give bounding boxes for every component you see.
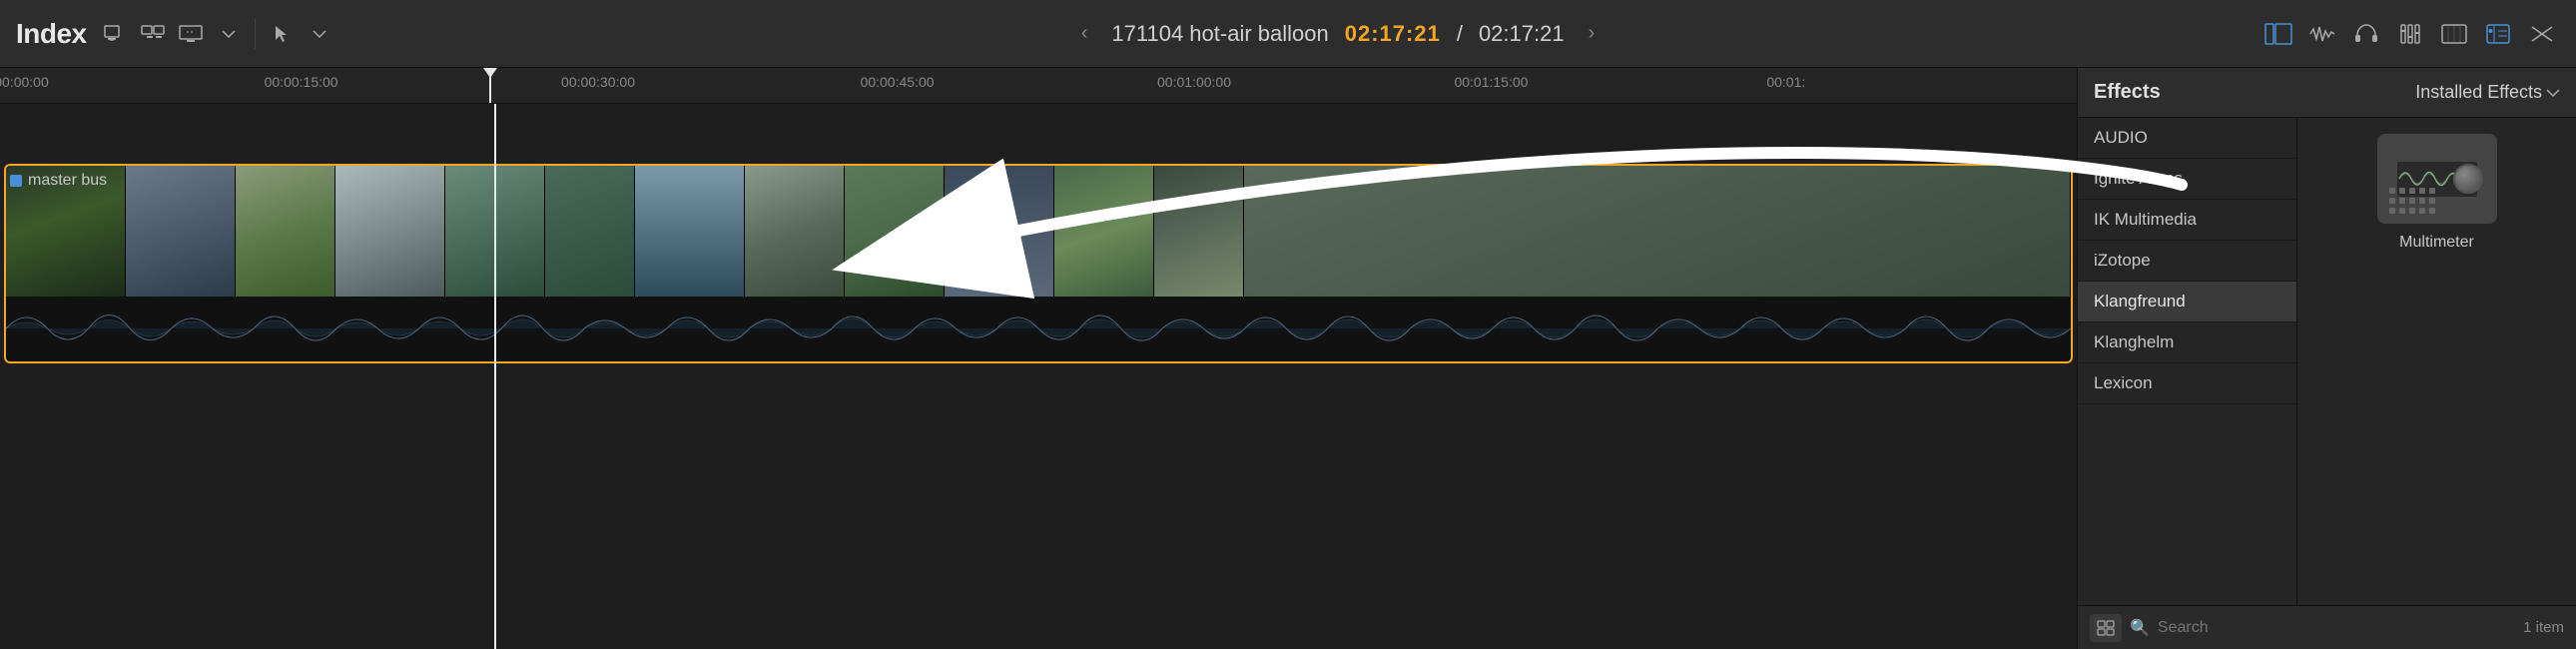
mm-dots bbox=[2389, 188, 2437, 216]
frame-6 bbox=[545, 166, 635, 301]
effects-preview: Multimeter bbox=[2297, 118, 2576, 605]
ruler-label-3: 00:00:45:00 bbox=[861, 74, 935, 90]
search-input[interactable] bbox=[2158, 619, 2515, 637]
multimeter-graphic bbox=[2377, 134, 2497, 224]
effects-browser-icon[interactable] bbox=[2480, 19, 2516, 49]
grid-view-icon[interactable] bbox=[2090, 614, 2122, 642]
effects-item-ik[interactable]: IK Multimedia bbox=[2078, 200, 2296, 241]
frame-10 bbox=[945, 166, 1054, 301]
select-tool[interactable] bbox=[266, 21, 298, 47]
installed-effects-label: Installed Effects bbox=[2415, 82, 2542, 103]
ruler-label-0: | 00:00:00:00 bbox=[0, 74, 49, 90]
effect-thumbnail[interactable] bbox=[2377, 134, 2497, 224]
ruler-label-5: 00:01:15:00 bbox=[1454, 74, 1528, 90]
mm-knob bbox=[2453, 164, 2483, 194]
monitor-icon-1[interactable] bbox=[99, 21, 131, 47]
ruler-label-2: 00:00:30:00 bbox=[561, 74, 635, 90]
toolbar-right bbox=[2241, 19, 2560, 49]
timeline-playhead bbox=[494, 104, 496, 649]
toolbar-center: ‹ 171104 hot-air balloon 02:17:21 / 02:1… bbox=[435, 18, 2241, 49]
effects-list: AUDIO Ignite Amps IK Multimedia iZotope … bbox=[2078, 118, 2297, 605]
effects-item-klanghelm[interactable]: Klanghelm bbox=[2078, 323, 2296, 363]
timeline-area: | 00:00:00:00 00:00:15:00 00:00:30:00 00… bbox=[0, 68, 2077, 649]
track-color bbox=[10, 175, 22, 187]
toolbar-divider bbox=[255, 19, 256, 49]
toolbar-icons bbox=[99, 19, 335, 49]
filmstrip bbox=[6, 166, 2071, 301]
effects-item-ignite[interactable]: Ignite Amps bbox=[2078, 159, 2296, 200]
frame-8 bbox=[745, 166, 845, 301]
frame-3 bbox=[236, 166, 335, 301]
playhead-triangle bbox=[483, 68, 497, 78]
toolbar: Index bbox=[0, 0, 2576, 68]
frame-12 bbox=[1154, 166, 1244, 301]
master-bus-track: master bus bbox=[0, 164, 2077, 363]
effects-item-audio[interactable]: AUDIO bbox=[2078, 118, 2296, 159]
mixer-icon[interactable] bbox=[2392, 19, 2428, 49]
main-area: | 00:00:00:00 00:00:15:00 00:00:30:00 00… bbox=[0, 68, 2576, 649]
frame-4 bbox=[335, 166, 445, 301]
track-content[interactable] bbox=[4, 164, 2073, 363]
tracks-container: master bus bbox=[0, 104, 2077, 649]
effects-item-lexicon[interactable]: Lexicon bbox=[2078, 363, 2296, 404]
track-name: master bus bbox=[28, 172, 107, 190]
toolbar-left: Index bbox=[16, 18, 435, 50]
timecode-ruler: | 00:00:00:00 00:00:15:00 00:00:30:00 00… bbox=[0, 68, 2077, 104]
headphones-icon[interactable] bbox=[2348, 19, 2384, 49]
effects-item-izotope[interactable]: iZotope bbox=[2078, 241, 2296, 282]
ruler-label-1: 00:00:15:00 bbox=[265, 74, 338, 90]
frame-2 bbox=[126, 166, 236, 301]
nav-next[interactable]: › bbox=[1581, 18, 1604, 49]
clip-view-icon[interactable] bbox=[2260, 19, 2296, 49]
frame-7 bbox=[635, 166, 745, 301]
trim-icon[interactable] bbox=[2524, 19, 2560, 49]
frame-9 bbox=[845, 166, 945, 301]
timecode-separator: / bbox=[1457, 21, 1463, 47]
track-header: master bus bbox=[0, 172, 107, 190]
video-scope-icon[interactable] bbox=[2436, 19, 2472, 49]
monitor-icon-2[interactable] bbox=[137, 21, 169, 47]
clip-name: 171104 hot-air balloon bbox=[1111, 21, 1328, 47]
monitor-dropdown[interactable] bbox=[213, 21, 245, 47]
search-icon: 🔍 bbox=[2130, 618, 2150, 638]
ruler-label-6: 00:01: bbox=[1766, 74, 1805, 90]
audio-waveform bbox=[6, 297, 2071, 361]
effects-header: Effects Installed Effects bbox=[2078, 68, 2576, 118]
index-title: Index bbox=[16, 18, 87, 50]
effects-search-bar: 🔍 1 item bbox=[2078, 605, 2576, 649]
effects-panel: Effects Installed Effects AUDIO Ignite A… bbox=[2077, 68, 2576, 649]
effects-body: AUDIO Ignite Amps IK Multimedia iZotope … bbox=[2078, 118, 2576, 605]
waveform-icon[interactable] bbox=[2304, 19, 2340, 49]
select-dropdown[interactable] bbox=[304, 21, 335, 47]
frame-last bbox=[1244, 166, 2071, 301]
ruler-marks: | 00:00:00:00 00:00:15:00 00:00:30:00 00… bbox=[0, 68, 2077, 103]
frame-11 bbox=[1054, 166, 1154, 301]
effect-name: Multimeter bbox=[2399, 234, 2474, 252]
monitor-icon-3[interactable] bbox=[175, 21, 207, 47]
timecode-current: 02:17:21 bbox=[1345, 21, 1441, 47]
ruler-label-4: 00:01:00:00 bbox=[1157, 74, 1231, 90]
playhead-line bbox=[489, 68, 491, 103]
effects-item-klangfreund[interactable]: Klangfreund bbox=[2078, 282, 2296, 323]
effects-title: Effects bbox=[2094, 81, 2415, 104]
nav-prev[interactable]: ‹ bbox=[1073, 18, 1096, 49]
timecode-total: 02:17:21 bbox=[1479, 21, 1565, 47]
item-count: 1 item bbox=[2523, 619, 2564, 636]
installed-effects-dropdown[interactable]: Installed Effects bbox=[2415, 82, 2560, 103]
